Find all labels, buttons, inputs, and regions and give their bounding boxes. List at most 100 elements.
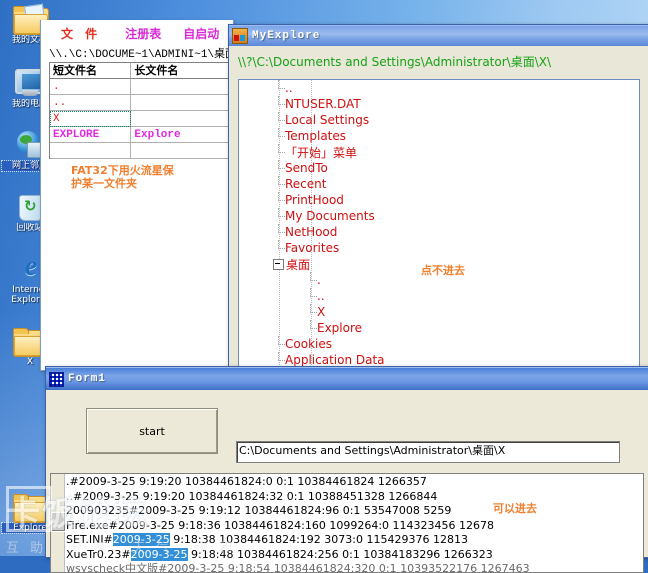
tree-branch-icon <box>273 128 285 144</box>
tree-item[interactable]: NetHood <box>239 224 639 240</box>
annotation-fat32-note: FAT32下用火流星保 护某一文件夹 <box>71 164 174 190</box>
tree-branch-icon <box>273 160 285 176</box>
tree-item[interactable]: PrintHood <box>239 192 639 208</box>
start-button[interactable]: start <box>86 408 218 454</box>
column-header-long-name: 长文件名 <box>131 63 229 79</box>
tree-branch-icon <box>273 336 285 352</box>
tree-item[interactable]: .. <box>239 80 639 96</box>
form1-body: start C:\Documents and Settings\Administ… <box>46 390 648 573</box>
log-line-text: Fire.exe#2009-3-25 9:18:36 10384461824:1… <box>66 518 495 532</box>
tree-collapse-icon[interactable] <box>273 258 284 270</box>
log-line-text: SET.INI# <box>66 533 113 546</box>
cell-short-name[interactable]: .. <box>50 95 132 111</box>
tree-item-label: .. <box>317 289 325 303</box>
log-listbox[interactable]: .#2009-3-25 9:19:20 10384461824:0 0:1 10… <box>50 473 644 573</box>
tree-item[interactable]: Explore <box>239 320 639 336</box>
file-table[interactable]: 短文件名 长文件名 . .. X EXPLORE Explore <box>49 62 229 159</box>
menu-item-file[interactable]: 文 件 <box>61 25 101 42</box>
tree-item-label: .. <box>285 81 293 95</box>
tree-item[interactable]: Templates <box>239 128 639 144</box>
table-row[interactable]: EXPLORE Explore <box>50 127 229 143</box>
log-line-selection: 2009-3-25 <box>130 547 188 561</box>
firestar-window[interactable]: 文 件 注册表 自启动 \\.\C:\DOCUME~1\ADMINI~1\桌面 … <box>40 20 234 371</box>
log-line-text: wsyscheck中文版#2009-3-25 9:18:54 103844618… <box>66 562 530 573</box>
column-header-short-name: 短文件名 <box>50 63 132 79</box>
log-line-text-tail: 9:18:38 10384461824:192 3073:0 115429376… <box>169 533 468 546</box>
form1-app-icon <box>49 371 64 387</box>
tree-item-label: Recent <box>285 177 327 191</box>
table-header-row: 短文件名 长文件名 <box>50 63 229 79</box>
menu-item-registry[interactable]: 注册表 <box>125 25 161 42</box>
tree-item-label: X <box>317 305 326 319</box>
path-input[interactable]: C:\Documents and Settings\Administrator\… <box>236 441 620 463</box>
firestar-menubar[interactable]: 文 件 注册表 自启动 <box>41 20 233 44</box>
tree-item[interactable]: Recent <box>239 176 639 192</box>
log-line[interactable]: XueTr0.23#2009-3-25 9:18:48 10384461824:… <box>66 547 643 563</box>
log-line-text: XueTr0.23# <box>66 547 131 561</box>
tree-item[interactable]: NTUSER.DAT <box>239 96 639 112</box>
scrollbar-thumb[interactable] <box>51 512 66 532</box>
tree-item-label: Templates <box>285 129 347 143</box>
tree-branch-icon <box>273 208 285 224</box>
tree-item-label: . <box>317 273 321 287</box>
table-row[interactable] <box>50 143 229 159</box>
tree-item-label: Explore <box>317 321 363 335</box>
tree-item[interactable]: .. <box>239 288 639 304</box>
myexplore-title-label: MyExplore <box>252 30 321 42</box>
tree-item-label: Cookies <box>285 337 332 351</box>
annotation-can-enter: 可以进去 <box>493 502 537 515</box>
tree-item-label: 桌面 <box>286 257 311 272</box>
log-line-text: .#2009-3-25 9:19:20 10384461824:0 0:1 10… <box>66 475 427 488</box>
cell-short-name[interactable]: EXPLORE <box>50 127 132 143</box>
tree-item[interactable]: SendTo <box>239 160 639 176</box>
log-line[interactable]: wsyscheck中文版#2009-3-25 9:18:54 103844618… <box>66 562 643 573</box>
tree-branch-icon <box>305 304 317 320</box>
myexplore-tree[interactable]: .. NTUSER.DAT Local Settings Templates 「开始」菜… <box>238 79 640 373</box>
tree-item-label: Local Settings <box>285 113 370 127</box>
form1-titlebar[interactable]: Form1 <box>46 367 648 390</box>
cell-short-name[interactable]: X <box>50 111 132 127</box>
form1-window[interactable]: Form1 start C:\Documents and Settings\Ad… <box>45 366 648 573</box>
tree-item-label: Favorites <box>285 241 340 255</box>
cell-short-name[interactable]: . <box>50 79 132 95</box>
cell-long-name[interactable]: Explore <box>131 127 229 143</box>
tree-item[interactable]: X <box>239 304 639 320</box>
table-row[interactable]: .. <box>50 95 229 111</box>
cell-long-name[interactable] <box>131 79 229 95</box>
cell-long-name[interactable] <box>131 95 229 111</box>
watermark-badge <box>6 486 52 532</box>
log-line-selection: 2009-3-25 <box>112 533 170 546</box>
tree-item-label: My Documents <box>285 209 375 223</box>
cell-long-name[interactable] <box>131 111 229 127</box>
tree-item-label: NetHood <box>285 225 338 239</box>
myexplore-titlebar[interactable]: MyExplore <box>229 25 648 46</box>
tree-branch-icon <box>305 288 317 304</box>
log-line-text: 200903235#2009-3-25 9:19:12 10384461824:… <box>66 504 452 517</box>
tree-item[interactable]: Favorites <box>239 240 639 256</box>
cell-short-name[interactable] <box>50 143 132 159</box>
table-row[interactable]: . <box>50 79 229 95</box>
table-row-selected[interactable]: X <box>50 111 229 127</box>
tree-item[interactable]: Cookies <box>239 336 639 352</box>
tree-item[interactable]: Local Settings <box>239 112 639 128</box>
myexplore-window[interactable]: MyExplore \\?\C:\Documents and Settings\… <box>228 24 648 374</box>
tree-item[interactable]: 「开始」菜单 <box>239 144 639 160</box>
tree-item-label: PrintHood <box>285 193 344 207</box>
log-line[interactable]: .#2009-3-25 9:19:20 10384461824:0 0:1 10… <box>66 475 643 490</box>
log-line[interactable]: SET.INI#2009-3-25 9:18:38 10384461824:19… <box>66 533 643 548</box>
tree-branch-icon <box>305 320 317 336</box>
log-line[interactable]: 200903235#2009-3-25 9:19:12 10384461824:… <box>66 504 643 519</box>
log-scrollbar[interactable] <box>51 474 66 572</box>
tree-branch-icon <box>273 240 285 256</box>
tree-branch-icon <box>273 80 285 96</box>
tree-item-label: SendTo <box>285 161 328 175</box>
annotation-cannot-enter: 点不进去 <box>421 264 465 277</box>
myexplore-path-label: \\?\C:\Documents and Settings\Administra… <box>229 46 648 77</box>
tree-branch-icon <box>305 272 317 288</box>
log-line[interactable]: Fire.exe#2009-3-25 9:18:36 10384461824:1… <box>66 519 643 534</box>
tree-item[interactable]: My Documents <box>239 208 639 224</box>
menu-item-autostart[interactable]: 自启动 <box>183 25 219 42</box>
tree-branch-icon <box>273 96 285 112</box>
cell-long-name[interactable] <box>131 143 229 159</box>
log-line[interactable]: ..#2009-3-25 9:19:20 10384461824:32 0:1 … <box>66 490 643 505</box>
